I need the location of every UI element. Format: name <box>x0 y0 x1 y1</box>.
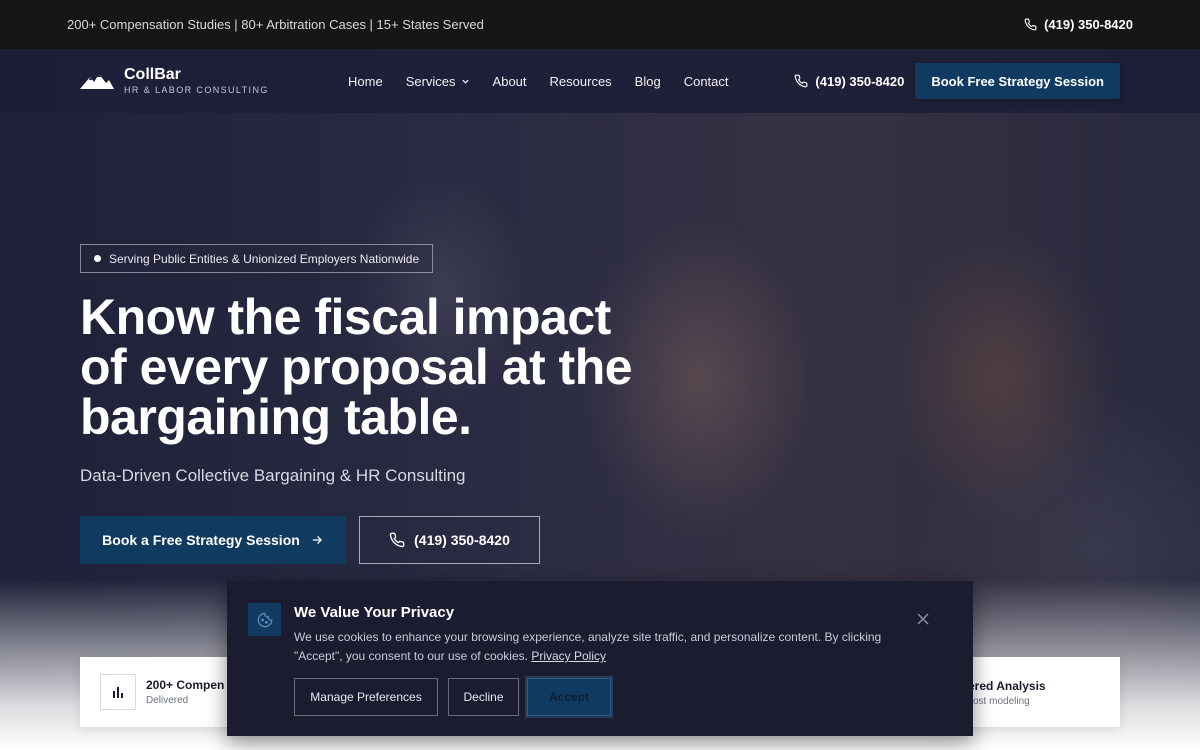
nav-menu: Home Services About Resources Blog Conta… <box>348 74 729 89</box>
cookie-consent-dialog: We Value Your Privacy We use cookies to … <box>227 581 973 736</box>
bar-chart-icon <box>100 674 136 710</box>
nav-item-about[interactable]: About <box>493 74 527 89</box>
top-phone-number: (419) 350-8420 <box>1044 17 1133 32</box>
stat-subtitle: Delivered <box>146 695 189 706</box>
badge-dot-icon <box>94 255 101 262</box>
stat-item-compensation: 200+ Compen Delivered <box>100 674 224 710</box>
stat-title: ered Analysis <box>968 679 1046 693</box>
hero-headline: Know the fiscal impact of every proposal… <box>80 292 780 442</box>
hero-headline-line: of every proposal at the <box>80 339 633 395</box>
top-stats-text: 200+ Compensation Studies | 80+ Arbitrat… <box>67 17 484 32</box>
nav-phone-number: (419) 350-8420 <box>815 73 905 89</box>
cookie-dialog-text: We use cookies to enhance your browsing … <box>294 628 884 666</box>
cookie-icon <box>248 603 281 636</box>
close-icon[interactable] <box>915 611 931 627</box>
hero-headline-line: bargaining table. <box>80 389 472 445</box>
phone-icon <box>795 74 808 88</box>
nav-item-home[interactable]: Home <box>348 74 383 89</box>
hero-badge: Serving Public Entities & Unionized Empl… <box>80 244 434 273</box>
manage-preferences-button[interactable]: Manage Preferences <box>294 678 438 716</box>
nav-item-contact[interactable]: Contact <box>684 74 729 89</box>
phone-icon <box>389 532 405 548</box>
hero-book-session-label: Book a Free Strategy Session <box>102 532 300 548</box>
book-strategy-session-button[interactable]: Book Free Strategy Session <box>915 63 1120 99</box>
hero-phone-button[interactable]: (419) 350-8420 <box>359 516 540 564</box>
hero-book-session-button[interactable]: Book a Free Strategy Session <box>80 516 346 564</box>
cookie-dialog-title: We Value Your Privacy <box>294 604 455 621</box>
brand-tagline: HR & LABOR CONSULTING <box>124 85 269 95</box>
mountain-logo-icon <box>80 74 114 89</box>
main-navigation: CollBar HR & LABOR CONSULTING Home Servi… <box>0 49 1200 113</box>
nav-item-blog[interactable]: Blog <box>635 74 661 89</box>
privacy-policy-link[interactable]: Privacy Policy <box>531 649 606 663</box>
stat-subtitle: cost modeling <box>968 696 1030 707</box>
hero-phone-label: (419) 350-8420 <box>414 532 510 548</box>
hero-badge-text: Serving Public Entities & Unionized Empl… <box>109 251 420 266</box>
nav-item-resources[interactable]: Resources <box>550 74 612 89</box>
stat-item-analysis: ered Analysis cost modeling <box>968 679 1046 707</box>
brand-logo[interactable]: CollBar HR & LABOR CONSULTING <box>80 66 348 96</box>
decline-button[interactable]: Decline <box>448 678 519 716</box>
nav-item-services[interactable]: Services <box>406 74 470 89</box>
stat-title: 200+ Compen <box>146 678 225 692</box>
hero-headline-line: Know the fiscal impact <box>80 289 611 345</box>
nav-phone-link[interactable]: (419) 350-8420 <box>794 74 904 89</box>
hero-subheading: Data-Driven Collective Bargaining & HR C… <box>80 466 466 485</box>
brand-name: CollBar <box>124 66 181 83</box>
nav-item-services-label: Services <box>405 73 456 89</box>
chevron-down-icon <box>461 79 469 84</box>
top-announcement-bar: 200+ Compensation Studies | 80+ Arbitrat… <box>0 0 1200 49</box>
accept-button[interactable]: Accept <box>527 678 611 716</box>
phone-icon <box>1024 18 1037 31</box>
top-phone-link[interactable]: (419) 350-8420 <box>1024 17 1133 32</box>
arrow-right-icon <box>312 536 322 544</box>
